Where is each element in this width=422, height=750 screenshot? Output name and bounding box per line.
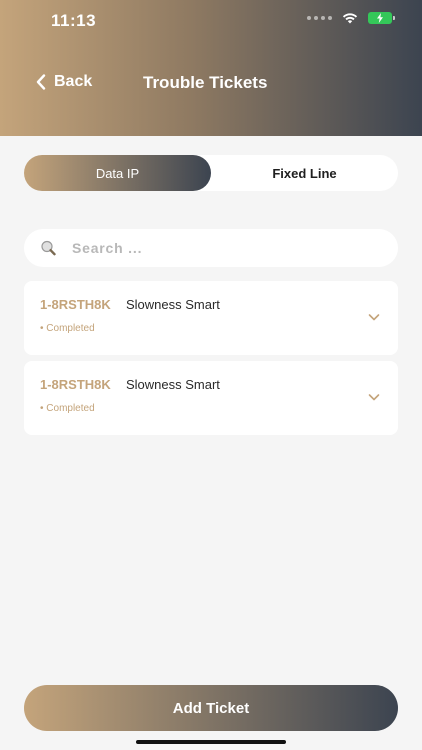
- back-button[interactable]: Back: [36, 73, 92, 91]
- ticket-card[interactable]: 1-8RSTH8K Slowness Smart • Completed: [24, 281, 398, 355]
- search-bar: [24, 229, 398, 267]
- wifi-icon: [342, 13, 358, 24]
- ticket-card[interactable]: 1-8RSTH8K Slowness Smart • Completed: [24, 361, 398, 435]
- tab-fixed-line[interactable]: Fixed Line: [211, 155, 398, 191]
- ticket-status: • Completed: [40, 403, 95, 414]
- segment-control: Data IP Fixed Line: [24, 155, 398, 191]
- page-title: Trouble Tickets: [143, 73, 268, 92]
- home-indicator: [136, 740, 286, 744]
- back-label: Back: [54, 73, 93, 90]
- status-time: 11:13: [51, 11, 97, 30]
- signal-icon: [307, 16, 332, 20]
- chevron-left-icon: [36, 74, 46, 90]
- ticket-status: • Completed: [40, 323, 95, 334]
- ticket-id: 1-8RSTH8K: [40, 377, 111, 392]
- search-icon: [41, 240, 56, 256]
- battery-icon: [368, 12, 395, 24]
- charging-bolt-icon: [377, 13, 383, 23]
- tab-data-ip[interactable]: Data IP: [24, 155, 211, 191]
- ticket-title: Slowness Smart: [126, 377, 220, 392]
- header: 11:13 Back Trouble Tickets: [0, 0, 422, 136]
- ticket-title: Slowness Smart: [126, 297, 220, 312]
- status-icons: [307, 12, 395, 24]
- add-ticket-button[interactable]: Add Ticket: [24, 685, 398, 731]
- ticket-id: 1-8RSTH8K: [40, 297, 111, 312]
- chevron-down-icon[interactable]: [368, 391, 380, 403]
- search-input[interactable]: [70, 239, 374, 257]
- chevron-down-icon[interactable]: [368, 311, 380, 323]
